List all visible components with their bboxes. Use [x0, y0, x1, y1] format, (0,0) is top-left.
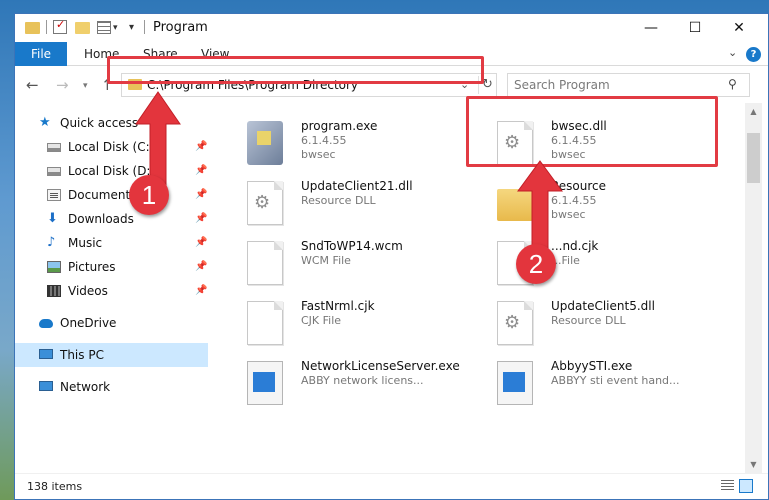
- properties-icon[interactable]: [53, 18, 67, 34]
- pin-icon[interactable]: 📌: [195, 231, 207, 255]
- file-detail: CJK File: [301, 314, 342, 327]
- recent-locations-icon[interactable]: ▾: [83, 81, 88, 91]
- search-input[interactable]: [514, 77, 724, 93]
- toolbar-separator: [144, 20, 145, 34]
- forward-arrow-icon[interactable]: →: [56, 76, 69, 94]
- details-view-icon[interactable]: [721, 480, 734, 492]
- back-arrow-icon[interactable]: ←: [26, 76, 39, 94]
- computer-icon: [39, 349, 53, 359]
- document-icon: [247, 301, 283, 345]
- search-box[interactable]: ⚲: [507, 73, 750, 97]
- sidebar-item-label: Videos: [68, 284, 108, 298]
- title-bar: ▾ ▾ Program — ☐ ✕: [15, 14, 768, 42]
- cloud-icon: [39, 319, 53, 328]
- file-item[interactable]: UpdateClient5.dll Resource DLL: [483, 297, 723, 355]
- file-item[interactable]: FastNrml.cjk CJK File: [233, 297, 473, 355]
- file-name: SndToWP14.wcm: [301, 239, 403, 253]
- pictures-icon: [47, 261, 61, 273]
- network-icon: [39, 381, 53, 391]
- pin-icon[interactable]: 📌: [195, 255, 207, 279]
- window-title: Program: [153, 20, 208, 35]
- application-icon: [247, 361, 283, 405]
- tab-file[interactable]: File: [15, 42, 67, 66]
- drive-icon: [47, 167, 61, 176]
- file-item[interactable]: UpdateClient21.dll Resource DLL: [233, 177, 473, 235]
- expand-ribbon-icon[interactable]: ⌄: [728, 46, 737, 59]
- toolbar-separator: [46, 20, 47, 34]
- music-note-icon: ♪: [47, 235, 56, 250]
- file-name: NetworkLicenseServer.exe: [301, 359, 460, 373]
- close-button[interactable]: ✕: [717, 14, 761, 42]
- explorer-window: ▾ ▾ Program — ☐ ✕ File Home Share View ⌄…: [14, 13, 769, 500]
- document-icon: [247, 241, 283, 285]
- address-bar-highlight: [107, 56, 484, 84]
- program-icon: [247, 121, 283, 165]
- sidebar-item-this-pc[interactable]: This PC: [15, 343, 208, 367]
- application-icon: [497, 361, 533, 405]
- sidebar-item-label: Music: [68, 236, 103, 250]
- sidebar-item-label: Quick access: [60, 116, 139, 130]
- download-arrow-icon: ⬇: [47, 211, 58, 226]
- status-bar: 138 items: [15, 473, 768, 499]
- search-icon[interactable]: ⚲: [728, 77, 737, 91]
- step-badge-1: 1: [129, 175, 169, 215]
- pin-icon[interactable]: 📌: [195, 183, 207, 207]
- file-name: AbbyySTI.exe: [551, 359, 633, 373]
- file-highlight: [466, 96, 718, 167]
- pin-icon[interactable]: 📌: [195, 279, 207, 303]
- new-folder-icon[interactable]: [75, 22, 90, 34]
- file-item[interactable]: NetworkLicenseServer.exe ABBY network li…: [233, 357, 473, 415]
- sidebar-item-downloads[interactable]: ⬇ Downloads 📌: [15, 207, 208, 231]
- pin-icon[interactable]: 📌: [195, 135, 207, 159]
- file-name: FastNrml.cjk: [301, 299, 375, 313]
- folder-icon: [25, 22, 40, 34]
- file-item[interactable]: SndToWP14.wcm WCM File: [233, 237, 473, 295]
- help-icon[interactable]: ?: [746, 47, 761, 62]
- item-count: 138 items: [27, 480, 83, 493]
- documents-icon: [47, 189, 61, 201]
- sidebar-item-label: Documents: [68, 188, 137, 202]
- file-name: UpdateClient5.dll: [551, 299, 655, 313]
- sidebar-item-label: This PC: [60, 348, 104, 362]
- pin-icon[interactable]: 📌: [195, 159, 207, 183]
- vertical-scrollbar[interactable]: ▲ ▼: [745, 103, 762, 473]
- file-detail: bwsec: [301, 148, 336, 161]
- file-detail: 6.1.4.55: [301, 134, 347, 147]
- film-strip-icon: [47, 285, 61, 297]
- pin-icon[interactable]: 📌: [195, 207, 207, 231]
- sidebar-item-pictures[interactable]: Pictures 📌: [15, 255, 208, 279]
- star-icon: ★: [39, 115, 51, 130]
- sidebar-item-label: OneDrive: [60, 316, 117, 330]
- view-options-icon[interactable]: [97, 21, 111, 34]
- file-name: UpdateClient21.dll: [301, 179, 413, 193]
- sidebar-item-network[interactable]: Network: [15, 375, 208, 399]
- file-item[interactable]: program.exe 6.1.4.55 bwsec: [233, 117, 473, 175]
- scroll-up-icon[interactable]: ▲: [745, 103, 762, 120]
- maximize-button[interactable]: ☐: [673, 14, 717, 42]
- sidebar-item-label: Pictures: [68, 260, 116, 274]
- minimize-button[interactable]: —: [629, 14, 673, 42]
- sidebar-item-label: Network: [60, 380, 111, 394]
- file-item[interactable]: AbbyySTI.exe ABBYY sti event hand...: [483, 357, 723, 415]
- dll-gear-icon: [247, 181, 283, 225]
- scrollbar-thumb[interactable]: [747, 133, 760, 183]
- file-detail: WCM File: [301, 254, 351, 267]
- file-detail: Resource DLL: [551, 314, 626, 327]
- drive-icon: [47, 143, 61, 152]
- customize-toolbar-icon[interactable]: ▾: [129, 22, 134, 38]
- chevron-down-icon[interactable]: ▾: [113, 23, 118, 39]
- sidebar-item-onedrive[interactable]: OneDrive: [15, 311, 208, 335]
- dll-gear-icon: [497, 301, 533, 345]
- sidebar-item-label: Downloads: [68, 212, 134, 226]
- sidebar-item-music[interactable]: ♪ Music 📌: [15, 231, 208, 255]
- file-detail: ABBYY sti event hand...: [551, 374, 680, 387]
- file-detail: Resource DLL: [301, 194, 376, 207]
- arrow-up-icon: [517, 160, 563, 254]
- sidebar-item-videos[interactable]: Videos 📌: [15, 279, 208, 303]
- step-badge-2: 2: [516, 244, 556, 284]
- file-detail: ABBY network licens...: [301, 374, 424, 387]
- tiles-view-icon[interactable]: [739, 479, 753, 493]
- file-name: program.exe: [301, 119, 378, 133]
- scroll-down-icon[interactable]: ▼: [745, 456, 762, 473]
